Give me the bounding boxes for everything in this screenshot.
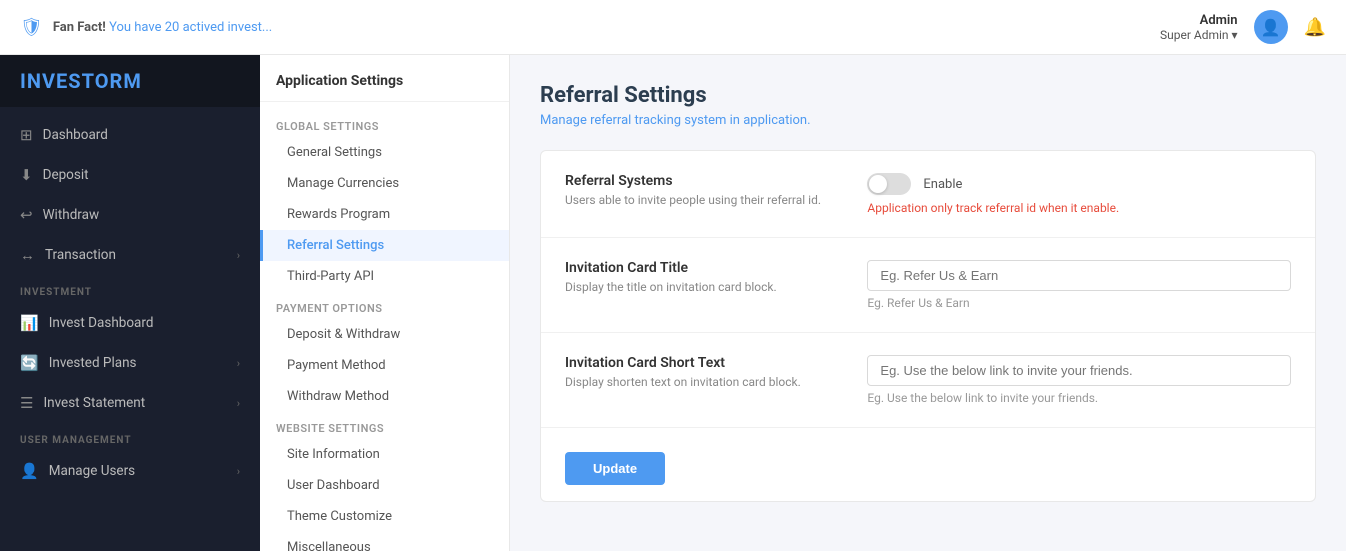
invitation-title-hint: Eg. Refer Us & Earn (867, 296, 1291, 310)
app-nav-withdraw-method[interactable]: Withdraw Method (260, 381, 509, 412)
sidebar-label-dashboard: Dashboard (43, 127, 108, 143)
fan-fact-label: Fan Fact! (53, 20, 106, 35)
referral-toggle[interactable] (867, 173, 911, 195)
chart-icon: 📊 (20, 314, 39, 332)
sidebar-label-invest-dashboard: Invest Dashboard (49, 315, 154, 331)
toggle-container: Enable (867, 173, 1291, 195)
invitation-short-text-row: Invitation Card Short Text Display short… (541, 333, 1315, 428)
sidebar-item-invest-dashboard[interactable]: 📊 Invest Dashboard (0, 303, 260, 343)
sidebar-nav: ⊞ Dashboard ⬇ Deposit ↩ Withdraw ↔ Trans… (0, 107, 260, 551)
withdraw-icon: ↩ (20, 206, 33, 224)
chevron-right-icon-plans: › (237, 357, 240, 370)
invitation-title-label-col: Invitation Card Title Display the title … (565, 260, 867, 294)
sidebar-label-manage-users: Manage Users (49, 463, 135, 479)
app-nav-referral-settings[interactable]: Referral Settings (260, 230, 509, 261)
app-nav-theme-customize[interactable]: Theme Customize (260, 501, 509, 532)
app-nav-user-dashboard[interactable]: User Dashboard (260, 470, 509, 501)
sidebar-item-dashboard[interactable]: ⊞ Dashboard (0, 115, 260, 155)
admin-role-dropdown[interactable]: Super Admin ▾ (1160, 28, 1238, 42)
sidebar-label-invested-plans: Invested Plans (49, 355, 137, 371)
sidebar-label-transaction: Transaction (45, 247, 116, 263)
app-settings-title: Application Settings (260, 73, 509, 102)
invitation-short-text-control: Eg. Use the below link to invite your fr… (867, 355, 1291, 405)
update-row: Update (541, 428, 1315, 501)
topbar-left: 🛡 Fan Fact! You have 20 actived invest..… (20, 17, 272, 38)
transaction-icon: ↔ (20, 246, 35, 264)
referral-systems-control: Enable Application only track referral i… (867, 173, 1291, 215)
chevron-right-icon-statement: › (237, 397, 240, 410)
payment-options-label: Payment Options (260, 292, 509, 319)
invitation-short-text-desc: Display shorten text on invitation card … (565, 375, 847, 389)
investment-section-label: INVESTMENT (0, 275, 260, 303)
app-nav-general-settings[interactable]: General Settings (260, 137, 509, 168)
website-settings-label: Website Settings (260, 412, 509, 439)
app-nav-payment-method[interactable]: Payment Method (260, 350, 509, 381)
update-button[interactable]: Update (565, 452, 665, 485)
topbar: 🛡 Fan Fact! You have 20 actived invest..… (0, 0, 1346, 55)
sidebar-label-invest-statement: Invest Statement (43, 395, 145, 411)
sidebar-item-deposit[interactable]: ⬇ Deposit (0, 155, 260, 195)
content-area: Application Settings Global Settings Gen… (260, 55, 1346, 551)
app-settings-sidebar: Application Settings Global Settings Gen… (260, 55, 510, 551)
chevron-right-icon-users: › (237, 465, 240, 478)
invitation-short-text-label: Invitation Card Short Text (565, 355, 847, 371)
sidebar-item-invest-statement[interactable]: ☰ Invest Statement › (0, 383, 260, 423)
app-nav-manage-currencies[interactable]: Manage Currencies (260, 168, 509, 199)
user-management-section-label: USER MANAGEMENT (0, 423, 260, 451)
fan-fact: Fan Fact! You have 20 actived invest... (53, 20, 272, 35)
invitation-title-label: Invitation Card Title (565, 260, 847, 276)
referral-systems-desc: Users able to invite people using their … (565, 193, 847, 207)
invitation-short-text-input[interactable] (867, 355, 1291, 386)
referral-systems-row: Referral Systems Users able to invite pe… (541, 151, 1315, 238)
toggle-knob (869, 175, 887, 193)
admin-info: Admin Super Admin ▾ (1160, 13, 1238, 42)
sidebar-label-withdraw: Withdraw (43, 207, 100, 223)
fan-fact-text: You have 20 actived invest... (109, 20, 272, 35)
sidebar-item-invested-plans[interactable]: 🔄 Invested Plans › (0, 343, 260, 383)
page-subtitle: Manage referral tracking system in appli… (540, 113, 1316, 128)
sidebar: INVESTORM ⊞ Dashboard ⬇ Deposit ↩ Withdr… (0, 55, 260, 551)
chevron-right-icon: › (237, 249, 240, 262)
invitation-card-title-row: Invitation Card Title Display the title … (541, 238, 1315, 333)
invitation-title-input[interactable] (867, 260, 1291, 291)
plans-icon: 🔄 (20, 354, 39, 372)
logo: INVESTORM (0, 55, 260, 107)
sidebar-item-transaction[interactable]: ↔ Transaction › (0, 235, 260, 275)
invitation-title-control: Eg. Refer Us & Earn (867, 260, 1291, 310)
referral-systems-label: Referral Systems (565, 173, 847, 189)
topbar-right: Admin Super Admin ▾ 👤 🔔 (1160, 10, 1326, 44)
app-nav-site-information[interactable]: Site Information (260, 439, 509, 470)
shield-icon: 🛡 (20, 17, 43, 38)
notification-bell-icon[interactable]: 🔔 (1304, 17, 1326, 38)
invitation-short-text-hint: Eg. Use the below link to invite your fr… (867, 391, 1291, 405)
app-nav-third-party-api[interactable]: Third-Party API (260, 261, 509, 292)
referral-systems-label-col: Referral Systems Users able to invite pe… (565, 173, 867, 207)
toggle-warning: Application only track referral id when … (867, 201, 1291, 215)
users-icon: 👤 (20, 462, 39, 480)
chevron-down-icon: ▾ (1232, 28, 1238, 42)
sidebar-label-deposit: Deposit (43, 167, 89, 183)
page-title: Referral Settings (540, 83, 1316, 108)
invitation-title-desc: Display the title on invitation card blo… (565, 280, 847, 294)
grid-icon: ⊞ (20, 126, 33, 144)
sidebar-item-withdraw[interactable]: ↩ Withdraw (0, 195, 260, 235)
main-panel: Referral Settings Manage referral tracki… (510, 55, 1346, 551)
app-nav-deposit-withdraw[interactable]: Deposit & Withdraw (260, 319, 509, 350)
settings-card: Referral Systems Users able to invite pe… (540, 150, 1316, 502)
deposit-icon: ⬇ (20, 166, 33, 184)
invitation-short-text-label-col: Invitation Card Short Text Display short… (565, 355, 867, 389)
global-settings-label: Global Settings (260, 110, 509, 137)
avatar-icon: 👤 (1261, 18, 1281, 37)
main-layout: INVESTORM ⊞ Dashboard ⬇ Deposit ↩ Withdr… (0, 55, 1346, 551)
statement-icon: ☰ (20, 394, 33, 412)
avatar[interactable]: 👤 (1254, 10, 1288, 44)
app-nav-rewards-program[interactable]: Rewards Program (260, 199, 509, 230)
sidebar-item-manage-users[interactable]: 👤 Manage Users › (0, 451, 260, 491)
admin-name: Admin (1200, 13, 1238, 28)
app-nav-miscellaneous[interactable]: Miscellaneous (260, 532, 509, 551)
toggle-label: Enable (923, 177, 962, 192)
